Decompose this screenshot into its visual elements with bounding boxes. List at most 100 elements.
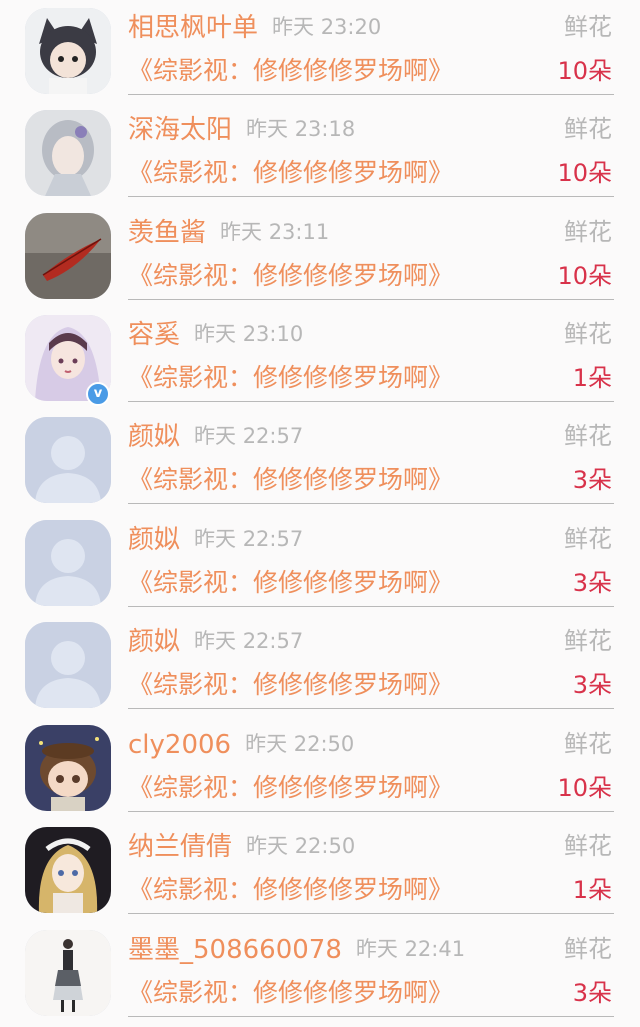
user-name[interactable]: 相思枫叶单 昨天 23:20 bbox=[128, 10, 381, 45]
user-name[interactable]: 纳兰倩倩 昨天 22:50 bbox=[128, 829, 355, 864]
gift-count: 1朵 bbox=[572, 364, 612, 392]
list-item[interactable]: 纳兰倩倩 昨天 22:50 鲜花 《综影视：修修修修罗场啊》 1朵 bbox=[0, 819, 640, 921]
list-item[interactable]: 颜姒 昨天 22:57 鲜花 《综影视：修修修修罗场啊》 3朵 bbox=[0, 614, 640, 716]
list-item[interactable]: 羡鱼酱 昨天 23:11 鲜花 《综影视：修修修修罗场啊》 10朵 bbox=[0, 205, 640, 307]
red-leaf-photo-image bbox=[25, 213, 111, 299]
avatar[interactable] bbox=[25, 827, 111, 913]
user-name-text[interactable]: 深海太阳 bbox=[128, 115, 232, 145]
book-title[interactable]: 《综影视：修修修修罗场啊》 bbox=[128, 566, 453, 600]
list-item[interactable]: v 容奚 昨天 23:10 鲜花 《综影视：修修修修罗场啊》 1朵 bbox=[0, 307, 640, 409]
avatar[interactable] bbox=[25, 622, 111, 708]
list-item[interactable]: 深海太阳 昨天 23:18 鲜花 《综影视：修修修修罗场啊》 10朵 bbox=[0, 102, 640, 204]
gift-count: 10朵 bbox=[557, 159, 612, 187]
book-title[interactable]: 《综影视：修修修修罗场啊》 bbox=[128, 259, 453, 293]
gift-count: 3朵 bbox=[572, 671, 612, 699]
timestamp: 昨天 22:57 bbox=[194, 424, 304, 448]
book-title[interactable]: 《综影视：修修修修罗场啊》 bbox=[128, 54, 453, 88]
user-name[interactable]: 颜姒 昨天 22:57 bbox=[128, 522, 303, 557]
user-name[interactable]: 深海太阳 昨天 23:18 bbox=[128, 112, 355, 147]
avatar[interactable] bbox=[25, 417, 111, 503]
user-name-text[interactable]: 颜姒 bbox=[128, 627, 180, 657]
avatar[interactable] bbox=[25, 725, 111, 811]
user-name[interactable]: 颜姒 昨天 22:57 bbox=[128, 624, 303, 659]
avatar[interactable] bbox=[25, 110, 111, 196]
default-person-image bbox=[25, 622, 111, 708]
gift-type: 鲜花 bbox=[564, 935, 612, 963]
gift-count: 3朵 bbox=[572, 466, 612, 494]
divider bbox=[128, 708, 614, 709]
divider bbox=[128, 94, 614, 95]
gift-type: 鲜花 bbox=[564, 422, 612, 450]
divider bbox=[128, 913, 614, 914]
default-person-image bbox=[25, 417, 111, 503]
gift-count: 1朵 bbox=[572, 876, 612, 904]
user-name[interactable]: 颜姒 昨天 22:57 bbox=[128, 419, 303, 454]
gift-type: 鲜花 bbox=[564, 525, 612, 553]
gift-count: 10朵 bbox=[557, 57, 612, 85]
book-title[interactable]: 《综影视：修修修修罗场啊》 bbox=[128, 463, 453, 497]
user-name[interactable]: 羡鱼酱 昨天 23:11 bbox=[128, 215, 329, 250]
timestamp: 昨天 22:50 bbox=[245, 732, 355, 756]
gift-type: 鲜花 bbox=[564, 832, 612, 860]
gift-type: 鲜花 bbox=[564, 218, 612, 246]
list-item[interactable]: 墨墨_508660078 昨天 22:41 鲜花 《综影视：修修修修罗场啊》 3朵 bbox=[0, 922, 640, 1024]
user-name[interactable]: 容奚 昨天 23:10 bbox=[128, 317, 303, 352]
timestamp: 昨天 22:57 bbox=[194, 629, 304, 653]
user-name-text[interactable]: 纳兰倩倩 bbox=[128, 832, 232, 862]
list-item[interactable]: 相思枫叶单 昨天 23:20 鲜花 《综影视：修修修修罗场啊》 10朵 bbox=[0, 0, 640, 102]
timestamp: 昨天 23:11 bbox=[220, 220, 330, 244]
gift-type: 鲜花 bbox=[564, 115, 612, 143]
gift-type: 鲜花 bbox=[564, 320, 612, 348]
user-name-text[interactable]: 颜姒 bbox=[128, 422, 180, 452]
divider bbox=[128, 606, 614, 607]
anime-blonde-doll-image bbox=[25, 827, 111, 913]
book-title[interactable]: 《综影视：修修修修罗场啊》 bbox=[128, 771, 453, 805]
gift-count: 3朵 bbox=[572, 979, 612, 1007]
book-title[interactable]: 《综影视：修修修修罗场啊》 bbox=[128, 361, 453, 395]
user-name[interactable]: cly2006 昨天 22:50 bbox=[128, 727, 354, 762]
divider bbox=[128, 299, 614, 300]
avatar[interactable] bbox=[25, 213, 111, 299]
gift-type: 鲜花 bbox=[564, 13, 612, 41]
divider bbox=[128, 401, 614, 402]
user-name-text[interactable]: 羡鱼酱 bbox=[128, 218, 206, 248]
timestamp: 昨天 22:50 bbox=[246, 834, 356, 858]
gift-count: 10朵 bbox=[557, 774, 612, 802]
timestamp: 昨天 22:57 bbox=[194, 527, 304, 551]
gift-count: 3朵 bbox=[572, 569, 612, 597]
timestamp: 昨天 23:20 bbox=[272, 15, 382, 39]
divider bbox=[128, 811, 614, 812]
list-item[interactable]: cly2006 昨天 22:50 鲜花 《综影视：修修修修罗场啊》 10朵 bbox=[0, 717, 640, 819]
gift-type: 鲜花 bbox=[564, 730, 612, 758]
user-name-text[interactable]: cly2006 bbox=[128, 730, 231, 760]
book-title[interactable]: 《综影视：修修修修罗场啊》 bbox=[128, 976, 453, 1010]
chibi-boy-image bbox=[25, 725, 111, 811]
default-person-image bbox=[25, 520, 111, 606]
user-name-text[interactable]: 相思枫叶单 bbox=[128, 13, 258, 43]
timestamp: 昨天 23:10 bbox=[194, 322, 304, 346]
list-item[interactable]: 颜姒 昨天 22:57 鲜花 《综影视：修修修修罗场啊》 3朵 bbox=[0, 409, 640, 511]
anime-wolf-girl-image bbox=[25, 8, 111, 94]
gift-list: 相思枫叶单 昨天 23:20 鲜花 《综影视：修修修修罗场啊》 10朵 深海太阳昨… bbox=[0, 0, 640, 1027]
divider bbox=[128, 196, 614, 197]
avatar[interactable] bbox=[25, 8, 111, 94]
user-name-text[interactable]: 墨墨_508660078 bbox=[128, 935, 342, 965]
gift-count: 10朵 bbox=[557, 262, 612, 290]
anime-silver-hair-image bbox=[25, 110, 111, 196]
divider bbox=[128, 1016, 614, 1017]
timestamp: 昨天 23:18 bbox=[246, 117, 356, 141]
divider bbox=[128, 503, 614, 504]
gift-type: 鲜花 bbox=[564, 627, 612, 655]
book-title[interactable]: 《综影视：修修修修罗场啊》 bbox=[128, 156, 453, 190]
avatar[interactable] bbox=[25, 930, 111, 1016]
user-name-text[interactable]: 容奚 bbox=[128, 320, 180, 350]
verified-badge-icon: v bbox=[86, 382, 110, 406]
user-name[interactable]: 墨墨_508660078 昨天 22:41 bbox=[128, 932, 465, 967]
timestamp: 昨天 22:41 bbox=[355, 937, 466, 961]
list-item[interactable]: 颜姒 昨天 22:57 鲜花 《综影视：修修修修罗场啊》 3朵 bbox=[0, 512, 640, 614]
book-title[interactable]: 《综影视：修修修修罗场啊》 bbox=[128, 668, 453, 702]
fashion-illustration-image bbox=[25, 930, 111, 1016]
avatar[interactable] bbox=[25, 520, 111, 606]
user-name-text[interactable]: 颜姒 bbox=[128, 525, 180, 555]
book-title[interactable]: 《综影视：修修修修罗场啊》 bbox=[128, 873, 453, 907]
